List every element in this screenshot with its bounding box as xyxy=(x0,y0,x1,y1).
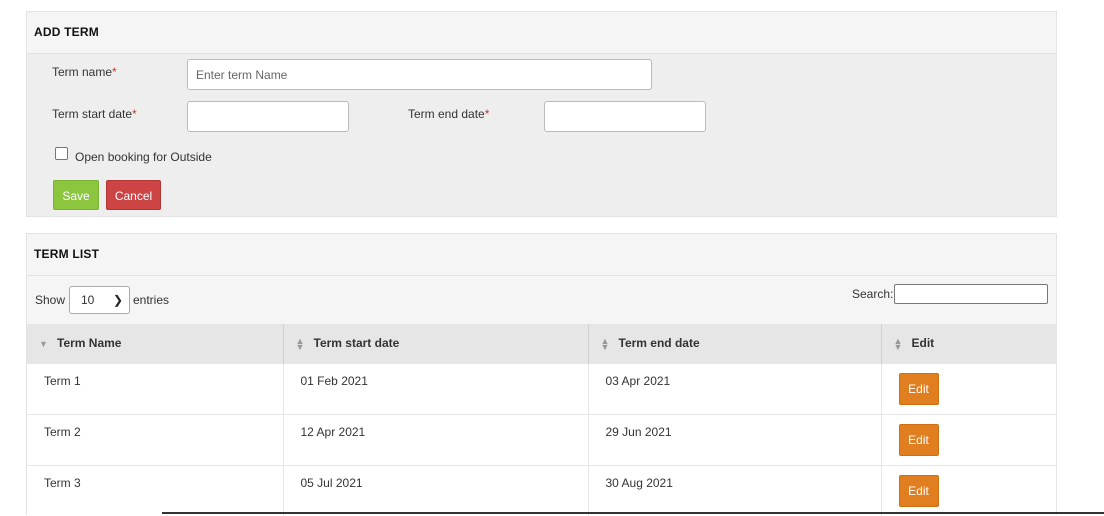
add-term-panel: ADD TERM Term name* Term start date* Ter… xyxy=(26,11,1057,217)
column-header-edit[interactable]: ▲ ▼ Edit xyxy=(880,324,1056,363)
sort-both-icon: ▲ ▼ xyxy=(295,336,305,353)
column-header-term-name[interactable]: ▼ Term Name xyxy=(27,324,283,363)
sort-both-icon: ▲ ▼ xyxy=(893,336,903,353)
term-list-panel: TERM LIST Show 10 ❯ entries Search: ▼ Ter… xyxy=(26,233,1057,516)
add-term-title: ADD TERM xyxy=(27,12,1056,54)
table-toolbar: Show 10 ❯ entries Search: xyxy=(27,276,1056,324)
required-mark: * xyxy=(112,65,117,79)
edit-cell: Edit xyxy=(880,464,1056,516)
edit-button[interactable]: Edit xyxy=(898,423,939,456)
table-row: Term 2 12 Apr 2021 29 Jun 2021 Edit xyxy=(27,413,1056,465)
cancel-button[interactable]: Cancel xyxy=(106,180,161,210)
column-header-term-end-date[interactable]: ▲ ▼ Term end date xyxy=(587,324,881,363)
entries-select-value: 10 xyxy=(81,293,95,307)
term-table: ▼ Term Name ▲ ▼ Term start date ▲ ▼ Term end … xyxy=(27,324,1056,516)
table-row: Term 1 01 Feb 2021 03 Apr 2021 Edit xyxy=(27,362,1056,414)
edit-cell: Edit xyxy=(880,413,1056,465)
search-input[interactable] xyxy=(894,284,1048,304)
table-row: Term 3 05 Jul 2021 30 Aug 2021 Edit xyxy=(27,464,1056,516)
table-header-row: ▼ Term Name ▲ ▼ Term start date ▲ ▼ Term end … xyxy=(27,324,1056,363)
column-header-term-start-date[interactable]: ▲ ▼ Term start date xyxy=(282,324,588,363)
required-mark: * xyxy=(484,107,490,121)
search-label: Search: xyxy=(852,287,894,301)
term-start-date-label: Term start date* xyxy=(52,107,137,121)
term-name-cell: Term 3 xyxy=(27,464,283,516)
chevron-down-icon: ❯ xyxy=(112,293,123,307)
term-start-date-cell: 01 Feb 2021 xyxy=(282,362,588,414)
entries-label: entries xyxy=(133,293,170,307)
term-name-label: Term name* xyxy=(52,65,117,79)
sort-both-icon: ▲ ▼ xyxy=(600,336,610,353)
entries-select[interactable]: 10 ❯ xyxy=(69,286,130,314)
term-start-date-input[interactable] xyxy=(187,101,349,132)
open-booking-checkbox[interactable] xyxy=(55,147,68,160)
edit-button[interactable]: Edit xyxy=(898,474,939,507)
term-start-date-cell: 05 Jul 2021 xyxy=(282,464,588,516)
term-end-date-cell: 30 Aug 2021 xyxy=(587,464,881,516)
term-start-date-cell: 12 Apr 2021 xyxy=(282,413,588,465)
show-label: Show xyxy=(35,293,66,307)
sort-desc-icon: ▼ xyxy=(39,339,48,350)
horizontal-scrollbar[interactable] xyxy=(162,512,1104,514)
term-end-date-label: Term end date* xyxy=(408,107,490,121)
required-mark: * xyxy=(132,107,137,121)
edit-cell: Edit xyxy=(880,362,1056,414)
add-term-form: Term name* Term start date* Term end dat… xyxy=(27,54,1056,216)
term-end-date-input[interactable] xyxy=(544,101,706,132)
term-end-date-cell: 03 Apr 2021 xyxy=(587,362,881,414)
term-name-cell: Term 2 xyxy=(27,413,283,465)
save-button[interactable]: Save xyxy=(53,180,99,210)
term-name-cell: Term 1 xyxy=(27,362,283,414)
term-name-input[interactable] xyxy=(187,59,652,90)
open-booking-label: Open booking for Outside xyxy=(75,150,212,164)
term-list-title: TERM LIST xyxy=(27,234,1056,276)
term-end-date-cell: 29 Jun 2021 xyxy=(587,413,881,465)
edit-button[interactable]: Edit xyxy=(898,372,939,405)
